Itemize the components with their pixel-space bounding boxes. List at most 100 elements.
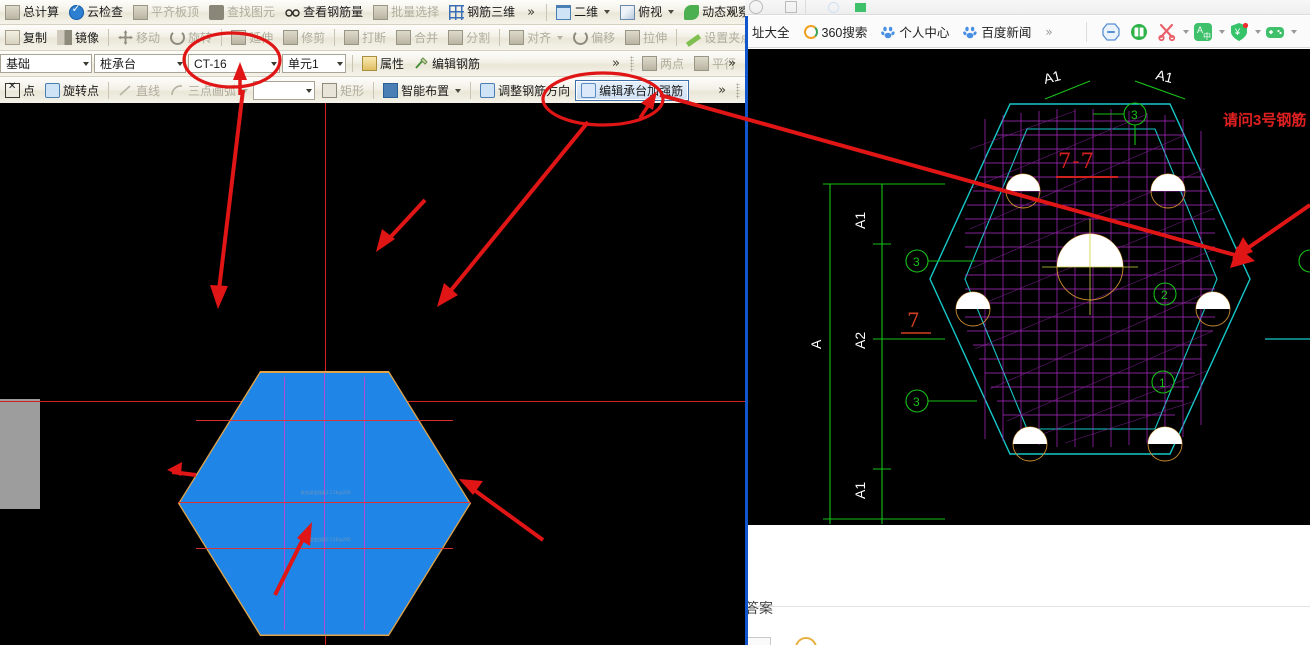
dropdown-unit[interactable]: 单元1 xyxy=(282,54,346,73)
chevron-down-icon[interactable] xyxy=(1254,29,1261,34)
two-point-icon xyxy=(642,56,657,71)
adblock-icon[interactable] xyxy=(1101,22,1121,42)
scissors-capture-icon[interactable] xyxy=(1157,22,1177,42)
toolbar-button-total-calc[interactable]: 总计算 xyxy=(0,2,64,23)
shield-coupon-icon[interactable]: ¥ xyxy=(1229,22,1249,42)
home-icon[interactable] xyxy=(785,1,797,13)
toolbar-button-mirror[interactable]: 镜像 xyxy=(52,27,104,48)
dropdown-component-code[interactable]: CT-16 xyxy=(188,54,280,73)
svg-text:3: 3 xyxy=(1131,108,1138,122)
toolbar-button-align[interactable]: 对齐 xyxy=(504,27,568,48)
overflow-chevron-row1-right[interactable]: » xyxy=(721,5,743,20)
toolbar-button-line[interactable]: 直线 xyxy=(113,80,165,101)
toolbar-label: 镜像 xyxy=(75,30,100,45)
answer-thumbnail[interactable] xyxy=(747,637,771,645)
toolbar-button-rotate-point[interactable]: 旋转点 xyxy=(40,80,104,101)
chevron-down-icon[interactable] xyxy=(306,88,313,93)
chevron-down-icon[interactable] xyxy=(557,35,564,40)
chevron-down-icon[interactable] xyxy=(177,61,183,66)
separator xyxy=(676,29,678,46)
toolbar-button-stretch[interactable]: 拉伸 xyxy=(620,27,672,48)
dropdown-member-type[interactable]: 桩承台 xyxy=(94,54,186,73)
book-reader-icon[interactable] xyxy=(1129,22,1149,42)
bookmarks-overflow-chevron[interactable]: » xyxy=(1038,25,1059,39)
toolbar-button-three-point-arc[interactable]: 三点画弧 xyxy=(165,80,253,101)
toolbar-button-break[interactable]: 打断 xyxy=(339,27,391,48)
ribbon-row-tools: 总计算 云检查 平齐板顶 查找图元 查看钢筋量 批 xyxy=(0,0,745,25)
toolbar-button-split[interactable]: 分割 xyxy=(443,27,495,48)
bookmark-personal-center[interactable]: 个人中心 xyxy=(874,22,956,41)
toolbar-button-point[interactable]: 点 xyxy=(0,80,40,101)
cad-section-drawing-image: 3 3 3 2 1 A1 A2 A A1 A1 A1 7 7-7 请问3号钢筋 xyxy=(745,49,1310,525)
toolbar-button-merge[interactable]: 合并 xyxy=(391,27,443,48)
browser-window: 址大全 360搜索 个人中心 百度新闻 » A 中 ¥ 3 3 3 2 1 A1… xyxy=(745,0,1310,645)
toolbar-button-smart-layout[interactable]: 智能布置 xyxy=(378,80,466,101)
toolbar-button-view-rebar-qty[interactable]: 查看钢筋量 xyxy=(280,2,368,23)
chevron-down-icon[interactable] xyxy=(668,10,675,14)
bookmark-baidu-news[interactable]: 百度新闻 xyxy=(956,22,1038,41)
toolbar-button-trim[interactable]: 修剪 xyxy=(278,27,330,48)
toolbar-button-move[interactable]: 移动 xyxy=(113,27,165,48)
overflow-chevron-row4[interactable]: » xyxy=(711,83,733,98)
toolbar-button-rectangle[interactable]: 矩形 xyxy=(317,80,369,101)
toolbar-button-edit-cap-strengthen-rebar[interactable]: 编辑承台加强筋 xyxy=(575,80,690,101)
dropdown-arc-option[interactable] xyxy=(253,81,316,100)
toolbar-label: 属性 xyxy=(380,56,405,71)
grid-line-vertical xyxy=(364,377,365,630)
page-info-icon[interactable] xyxy=(828,1,839,13)
toolbar-button-edit-rebar[interactable]: 编辑钢筋 xyxy=(409,53,485,74)
svg-text:3: 3 xyxy=(913,255,920,269)
toolbar-label: 复制 xyxy=(23,30,48,45)
chevron-down-icon[interactable] xyxy=(1218,29,1225,34)
point-icon xyxy=(5,82,20,98)
toolbar-grip[interactable] xyxy=(630,55,634,72)
toolbar-button-set-gripper[interactable]: 设置夹点 xyxy=(681,27,745,48)
chevron-down-icon[interactable] xyxy=(242,88,249,93)
toolbar-button-adjust-rebar-direction[interactable]: 调整钢筋方向 xyxy=(475,80,575,101)
overflow-chevron-row3[interactable]: » xyxy=(605,56,627,71)
toolbar-button-rotate[interactable]: 旋转 xyxy=(165,27,217,48)
toolbar-button-two-point[interactable]: 两点 xyxy=(637,53,689,74)
mirror-icon xyxy=(57,30,73,45)
toolbar-button-rebar-3d[interactable]: 钢筋三维 xyxy=(444,2,520,23)
chevron-down-icon[interactable] xyxy=(83,61,89,66)
baidu-paw-icon xyxy=(963,25,977,39)
toolbar-button-copy[interactable]: 复制 xyxy=(0,27,52,48)
browser-left-blue-edge xyxy=(745,16,748,645)
separator xyxy=(108,29,110,46)
chevron-down-icon[interactable] xyxy=(455,88,462,93)
cad-application: 总计算 云检查 平齐板顶 查找图元 查看钢筋量 批 xyxy=(0,0,745,645)
toolbar-button-align-slab-top[interactable]: 平齐板顶 xyxy=(128,2,204,23)
toolbar-button-extend[interactable]: 延伸 xyxy=(226,27,278,48)
bookmark-site-directory[interactable]: 址大全 xyxy=(745,22,797,41)
toolbar-button-properties[interactable]: 属性 xyxy=(357,53,409,74)
toolbar-button-view-2d[interactable]: 二维 xyxy=(551,2,615,23)
cad-drawing-canvas[interactable]: 承台梁加强筋1 C16@200 承台梁加强筋2 C16@200 xyxy=(0,103,745,645)
overflow-chevron-row1[interactable]: » xyxy=(520,5,542,20)
toolbar-grip[interactable] xyxy=(736,82,741,99)
hexagon-pile-cap[interactable]: 承台梁加强筋1 C16@200 承台梁加强筋2 C16@200 xyxy=(178,371,471,636)
toolbar-button-find-element[interactable]: 查找图元 xyxy=(204,2,280,23)
reload-icon[interactable] xyxy=(749,0,763,14)
toolbar-button-offset[interactable]: 偏移 xyxy=(568,27,620,48)
chevron-down-icon[interactable] xyxy=(1290,29,1297,34)
chevron-down-icon[interactable] xyxy=(337,61,343,66)
bookmark-label: 个人中心 xyxy=(899,26,950,40)
bookmark-360-search[interactable]: 360搜索 xyxy=(797,22,875,41)
svg-text:¥: ¥ xyxy=(1234,27,1241,37)
toolbar-label: 总计算 xyxy=(23,5,60,19)
chevron-down-icon[interactable] xyxy=(1182,29,1189,34)
overflow-chevron-row3-right[interactable]: » xyxy=(721,56,743,71)
chevron-down-icon[interactable] xyxy=(271,61,277,66)
browser-address-bar-strip[interactable] xyxy=(745,0,1310,15)
toolbar-label: 平齐板顶 xyxy=(151,5,200,19)
dropdown-category[interactable]: 基础 xyxy=(0,54,92,73)
chevron-down-icon[interactable] xyxy=(604,10,611,14)
toolbar-button-cloud-check[interactable]: 云检查 xyxy=(64,2,128,23)
toolbar-button-batch-select[interactable]: 批量选择 xyxy=(368,2,444,23)
translate-icon[interactable]: A中 xyxy=(1193,22,1213,42)
game-controller-icon[interactable] xyxy=(1265,22,1285,42)
answer-label: 答案 xyxy=(745,600,773,616)
360-search-icon xyxy=(803,24,818,39)
toolbar-button-top-view[interactable]: 俯视 xyxy=(615,2,679,23)
